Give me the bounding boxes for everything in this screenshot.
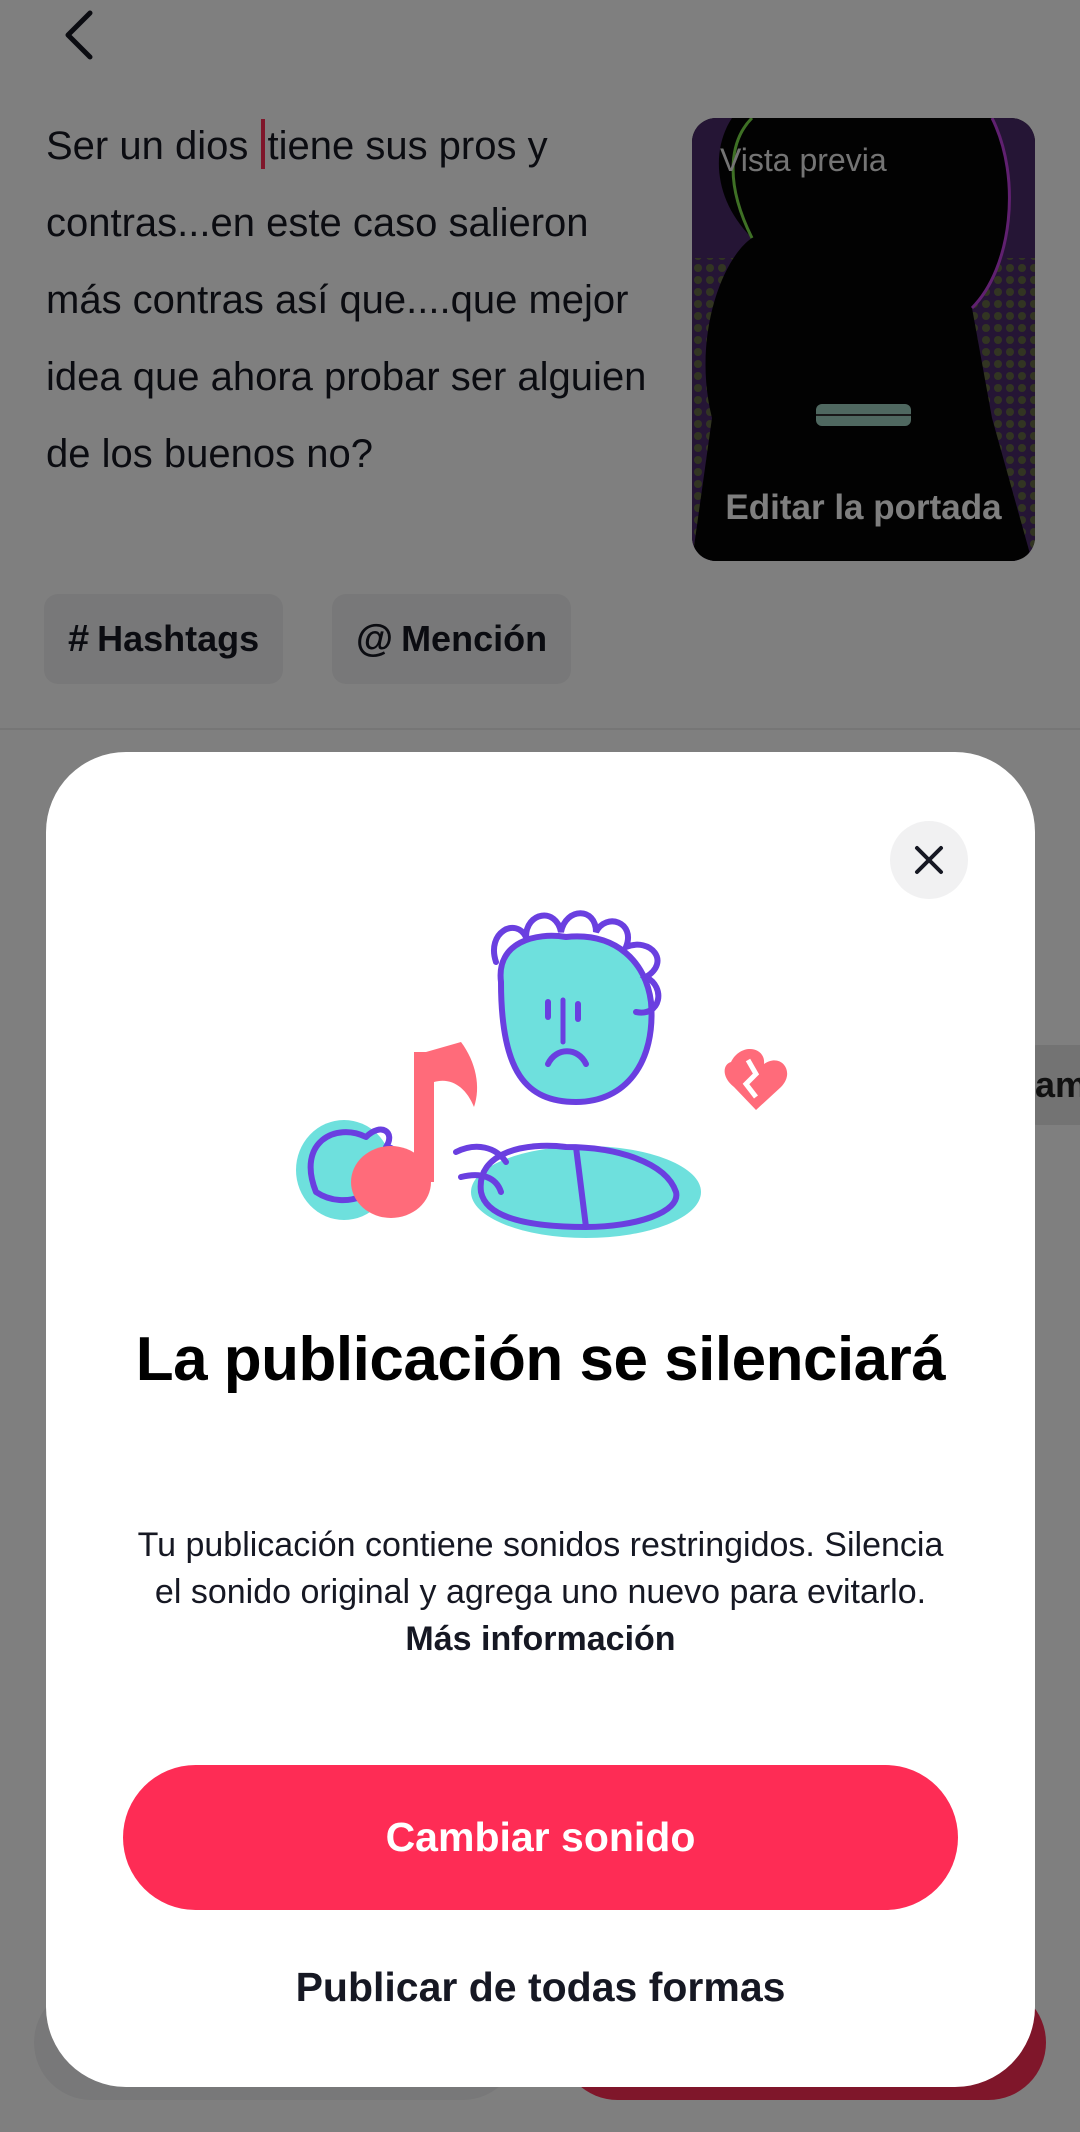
post-anyway-button[interactable]: Publicar de todas formas — [123, 1942, 958, 2032]
sad-face-music-illustration — [296, 910, 788, 1238]
dialog-body: Tu publicación contiene sonidos restring… — [126, 1522, 955, 1663]
dialog-body-text: Tu publicación contiene sonidos restring… — [137, 1526, 944, 1611]
dialog-title: La publicación se silenciará — [135, 1325, 946, 1394]
more-info-link[interactable]: Más información — [405, 1620, 675, 1658]
close-button[interactable] — [890, 821, 968, 899]
close-icon — [915, 846, 943, 874]
change-sound-button[interactable]: Cambiar sonido — [123, 1765, 958, 1910]
muted-post-dialog: La publicación se silenciará Tu publicac… — [46, 752, 1035, 2087]
